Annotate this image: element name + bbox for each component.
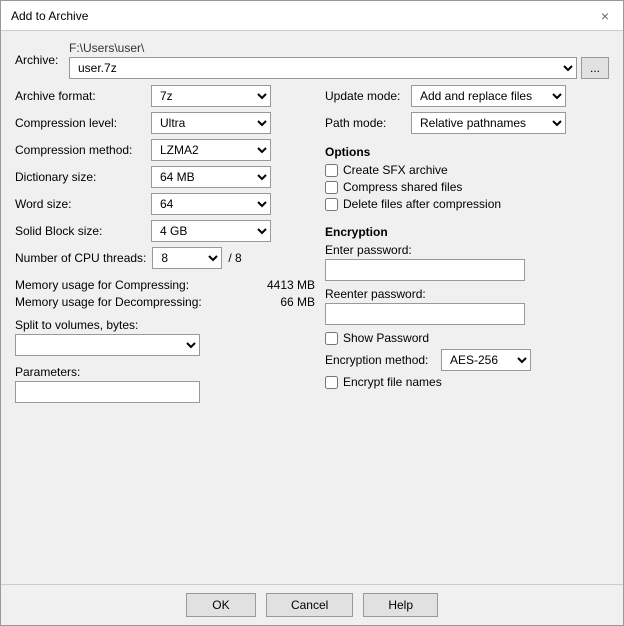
memory-compressing-value: 4413 MB <box>267 278 315 292</box>
path-mode-select[interactable]: Relative pathnames <box>411 112 566 134</box>
archive-format-row: Archive format: 7z <box>15 85 315 107</box>
browse-button[interactable]: ... <box>581 57 609 79</box>
show-password-label: Show Password <box>343 331 429 345</box>
delete-after-checkbox[interactable] <box>325 198 338 211</box>
solid-block-label: Solid Block size: <box>15 224 145 238</box>
archive-label: Archive: <box>15 53 63 67</box>
create-sfx-label: Create SFX archive <box>343 163 448 177</box>
update-mode-row: Update mode: Add and replace files <box>325 85 609 107</box>
add-to-archive-dialog: Add to Archive × Archive: F:\Users\user\… <box>0 0 624 626</box>
compress-shared-row: Compress shared files <box>325 180 609 194</box>
archive-row: Archive: F:\Users\user\ user.7z ... <box>15 41 609 79</box>
cpu-threads-select[interactable]: 8 <box>152 247 222 269</box>
enter-password-input[interactable] <box>325 259 525 281</box>
path-mode-row: Path mode: Relative pathnames <box>325 112 609 134</box>
compression-level-label: Compression level: <box>15 116 145 130</box>
left-column: Archive format: 7z Compression level: Ul… <box>15 85 315 574</box>
word-size-row: Word size: 64 <box>15 193 315 215</box>
two-col-layout: Archive format: 7z Compression level: Ul… <box>15 85 609 574</box>
dialog-title: Add to Archive <box>11 9 88 23</box>
archive-filename-select[interactable]: user.7z <box>69 57 577 79</box>
archive-format-label: Archive format: <box>15 89 145 103</box>
reenter-password-input[interactable] <box>325 303 525 325</box>
encrypt-filenames-label: Encrypt file names <box>343 375 442 389</box>
compression-method-row: Compression method: LZMA2 <box>15 139 315 161</box>
compress-shared-label: Compress shared files <box>343 180 462 194</box>
cpu-of-label: / 8 <box>228 251 241 265</box>
reenter-password-block: Reenter password: <box>325 287 609 325</box>
parameters-input[interactable] <box>15 381 200 403</box>
create-sfx-checkbox[interactable] <box>325 164 338 177</box>
memory-compressing-row: Memory usage for Compressing: 4413 MB <box>15 278 315 292</box>
encryption-method-label: Encryption method: <box>325 353 435 367</box>
split-volumes-select[interactable] <box>15 334 200 356</box>
path-mode-label: Path mode: <box>325 116 405 130</box>
encryption-title: Encryption <box>325 225 609 239</box>
dictionary-size-label: Dictionary size: <box>15 170 145 184</box>
memory-info-block: Memory usage for Compressing: 4413 MB Me… <box>15 278 315 309</box>
encryption-method-row: Encryption method: AES-256 <box>325 349 609 371</box>
show-password-checkbox[interactable] <box>325 332 338 345</box>
delete-after-label: Delete files after compression <box>343 197 501 211</box>
enter-password-block: Enter password: <box>325 243 609 281</box>
compress-shared-checkbox[interactable] <box>325 181 338 194</box>
ok-button[interactable]: OK <box>186 593 256 617</box>
dialog-footer: OK Cancel Help <box>1 584 623 625</box>
encrypt-filenames-checkbox[interactable] <box>325 376 338 389</box>
dictionary-size-select[interactable]: 64 MB <box>151 166 271 188</box>
enter-password-label: Enter password: <box>325 243 609 257</box>
archive-path-text: F:\Users\user\ <box>69 41 609 55</box>
cpu-threads-label: Number of CPU threads: <box>15 251 146 265</box>
archive-combo: user.7z ... <box>69 57 609 79</box>
update-mode-label: Update mode: <box>325 89 405 103</box>
cpu-threads-row: Number of CPU threads: 8 / 8 <box>15 247 315 269</box>
options-group: Options Create SFX archive Compress shar… <box>325 145 609 214</box>
title-bar: Add to Archive × <box>1 1 623 31</box>
memory-decompressing-label: Memory usage for Decompressing: <box>15 295 202 309</box>
help-button[interactable]: Help <box>363 593 438 617</box>
right-column: Update mode: Add and replace files Path … <box>325 85 609 574</box>
solid-block-select[interactable]: 4 GB <box>151 220 271 242</box>
memory-decompressing-row: Memory usage for Decompressing: 66 MB <box>15 295 315 309</box>
parameters-block: Parameters: <box>15 365 315 403</box>
compression-level-select[interactable]: Ultra <box>151 112 271 134</box>
compression-method-select[interactable]: LZMA2 <box>151 139 271 161</box>
update-mode-select[interactable]: Add and replace files <box>411 85 566 107</box>
delete-after-row: Delete files after compression <box>325 197 609 211</box>
create-sfx-row: Create SFX archive <box>325 163 609 177</box>
solid-block-row: Solid Block size: 4 GB <box>15 220 315 242</box>
close-button[interactable]: × <box>597 9 613 23</box>
options-title: Options <box>325 145 609 159</box>
split-volumes-row: Split to volumes, bytes: <box>15 318 315 356</box>
reenter-password-label: Reenter password: <box>325 287 609 301</box>
encryption-method-select[interactable]: AES-256 <box>441 349 531 371</box>
show-password-row: Show Password <box>325 331 609 345</box>
encryption-group: Encryption Enter password: Reenter passw… <box>325 225 609 392</box>
archive-format-select[interactable]: 7z <box>151 85 271 107</box>
dialog-body: Archive: F:\Users\user\ user.7z ... Arch… <box>1 31 623 584</box>
encrypt-filenames-row: Encrypt file names <box>325 375 609 389</box>
compression-method-label: Compression method: <box>15 143 145 157</box>
parameters-label: Parameters: <box>15 365 315 379</box>
dictionary-size-row: Dictionary size: 64 MB <box>15 166 315 188</box>
split-volumes-label: Split to volumes, bytes: <box>15 318 315 332</box>
memory-decompressing-value: 66 MB <box>280 295 315 309</box>
word-size-select[interactable]: 64 <box>151 193 271 215</box>
archive-path-container: F:\Users\user\ user.7z ... <box>69 41 609 79</box>
compression-level-row: Compression level: Ultra <box>15 112 315 134</box>
memory-compressing-label: Memory usage for Compressing: <box>15 278 189 292</box>
word-size-label: Word size: <box>15 197 145 211</box>
cancel-button[interactable]: Cancel <box>266 593 353 617</box>
